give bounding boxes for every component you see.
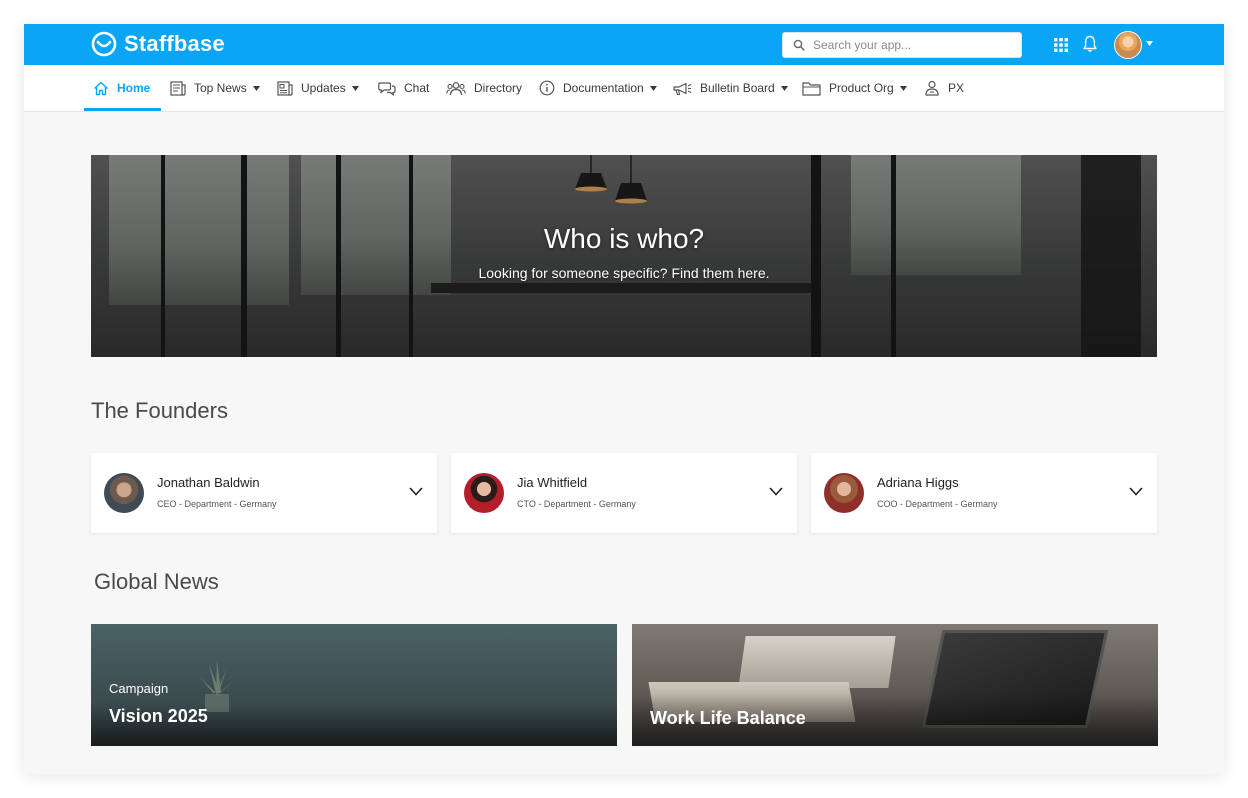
bell-icon[interactable] [1083, 35, 1097, 53]
news-tile[interactable]: Work Life Balance [632, 624, 1158, 746]
caret-down-icon [899, 85, 907, 91]
search-input[interactable] [811, 37, 1015, 53]
news-headline: Work Life Balance [650, 708, 806, 728]
hero-banner[interactable]: Who is who? Looking for someone specific… [91, 155, 1157, 357]
nav-item-updates[interactable]: Updates [277, 65, 359, 111]
global-news-title: Global News [94, 569, 219, 594]
nav-item-px[interactable]: PX [924, 65, 964, 111]
founder-card[interactable]: Adriana Higgs COO - Department - Germany [811, 453, 1157, 533]
founder-avatar [104, 473, 144, 513]
main-navigation: Home Top News Updates Chat Directory Doc… [24, 65, 1224, 112]
user-avatar[interactable] [1114, 31, 1142, 59]
nav-label: Top News [194, 81, 247, 95]
news-tile[interactable]: Campaign Vision 2025 [91, 624, 617, 746]
caret-down-icon[interactable] [1146, 41, 1153, 46]
info-icon [539, 80, 555, 96]
nav-label: Home [117, 81, 151, 95]
logo-icon [91, 31, 117, 57]
founder-avatar [464, 473, 504, 513]
chevron-down-icon[interactable] [1129, 487, 1143, 496]
founder-name: Jonathan Baldwin [157, 475, 260, 490]
megaphone-icon [673, 82, 692, 95]
nav-item-bulletin-board[interactable]: Bulletin Board [672, 65, 788, 111]
chevron-down-icon[interactable] [409, 487, 423, 496]
founder-meta: COO - Department - Germany [877, 499, 998, 509]
nav-label: Chat [404, 81, 430, 95]
nav-label: PX [948, 81, 965, 95]
nav-label: Directory [474, 81, 523, 95]
caret-down-icon [252, 85, 260, 91]
founder-avatar [824, 473, 864, 513]
app-window: Staffbase Search your app... Home Top Ne… [24, 24, 1224, 774]
nav-item-documentation[interactable]: Documentation [539, 65, 657, 111]
chevron-down-icon[interactable] [769, 487, 783, 496]
founder-name: Adriana Higgs [877, 475, 959, 490]
caret-down-icon [351, 85, 359, 91]
hero-subtitle: Looking for someone specific? Find them … [478, 265, 770, 281]
caret-down-icon [780, 85, 788, 91]
founder-card[interactable]: Jia Whitfield CTO - Department - Germany [451, 453, 797, 533]
nav-item-directory[interactable]: Directory [446, 65, 522, 111]
caret-down-icon [649, 85, 657, 91]
person-badge-icon [925, 80, 939, 96]
nav-item-product-org[interactable]: Product Org [802, 65, 907, 111]
founder-card[interactable]: Jonathan Baldwin CEO - Department - Germ… [91, 453, 437, 533]
nav-label: Documentation [563, 81, 644, 95]
search-icon [793, 39, 805, 51]
nav-item-chat[interactable]: Chat [378, 65, 429, 111]
nav-item-home[interactable]: Home [93, 65, 150, 111]
founder-meta: CEO - Department - Germany [157, 499, 277, 509]
people-icon [446, 81, 466, 95]
newspaper-icon [170, 80, 186, 96]
nav-label: Product Org [829, 81, 894, 95]
home-icon [94, 81, 108, 95]
founder-meta: CTO - Department - Germany [517, 499, 636, 509]
books-stack [738, 636, 896, 688]
news-kicker: Campaign [109, 681, 169, 696]
app-name: Staffbase [124, 31, 225, 56]
hero-overlay [91, 155, 1157, 357]
updates-icon [277, 80, 293, 96]
founder-name: Jia Whitfield [517, 475, 588, 490]
hero-title: Who is who? [543, 223, 705, 254]
nav-label: Updates [301, 81, 346, 95]
search-box[interactable] [782, 32, 1022, 58]
chat-icon [378, 81, 396, 96]
top-app-bar: Staffbase [24, 24, 1224, 65]
founders-title: The Founders [91, 398, 228, 423]
nav-label: Bulletin Board [700, 81, 775, 95]
staffbase-logo[interactable]: Staffbase [90, 30, 225, 58]
news-headline: Vision 2025 [109, 706, 208, 726]
apps-grid-icon[interactable] [1054, 38, 1068, 52]
active-tab-indicator [84, 108, 161, 111]
folder-icon [802, 81, 821, 96]
nav-item-top-news[interactable]: Top News [170, 65, 260, 111]
